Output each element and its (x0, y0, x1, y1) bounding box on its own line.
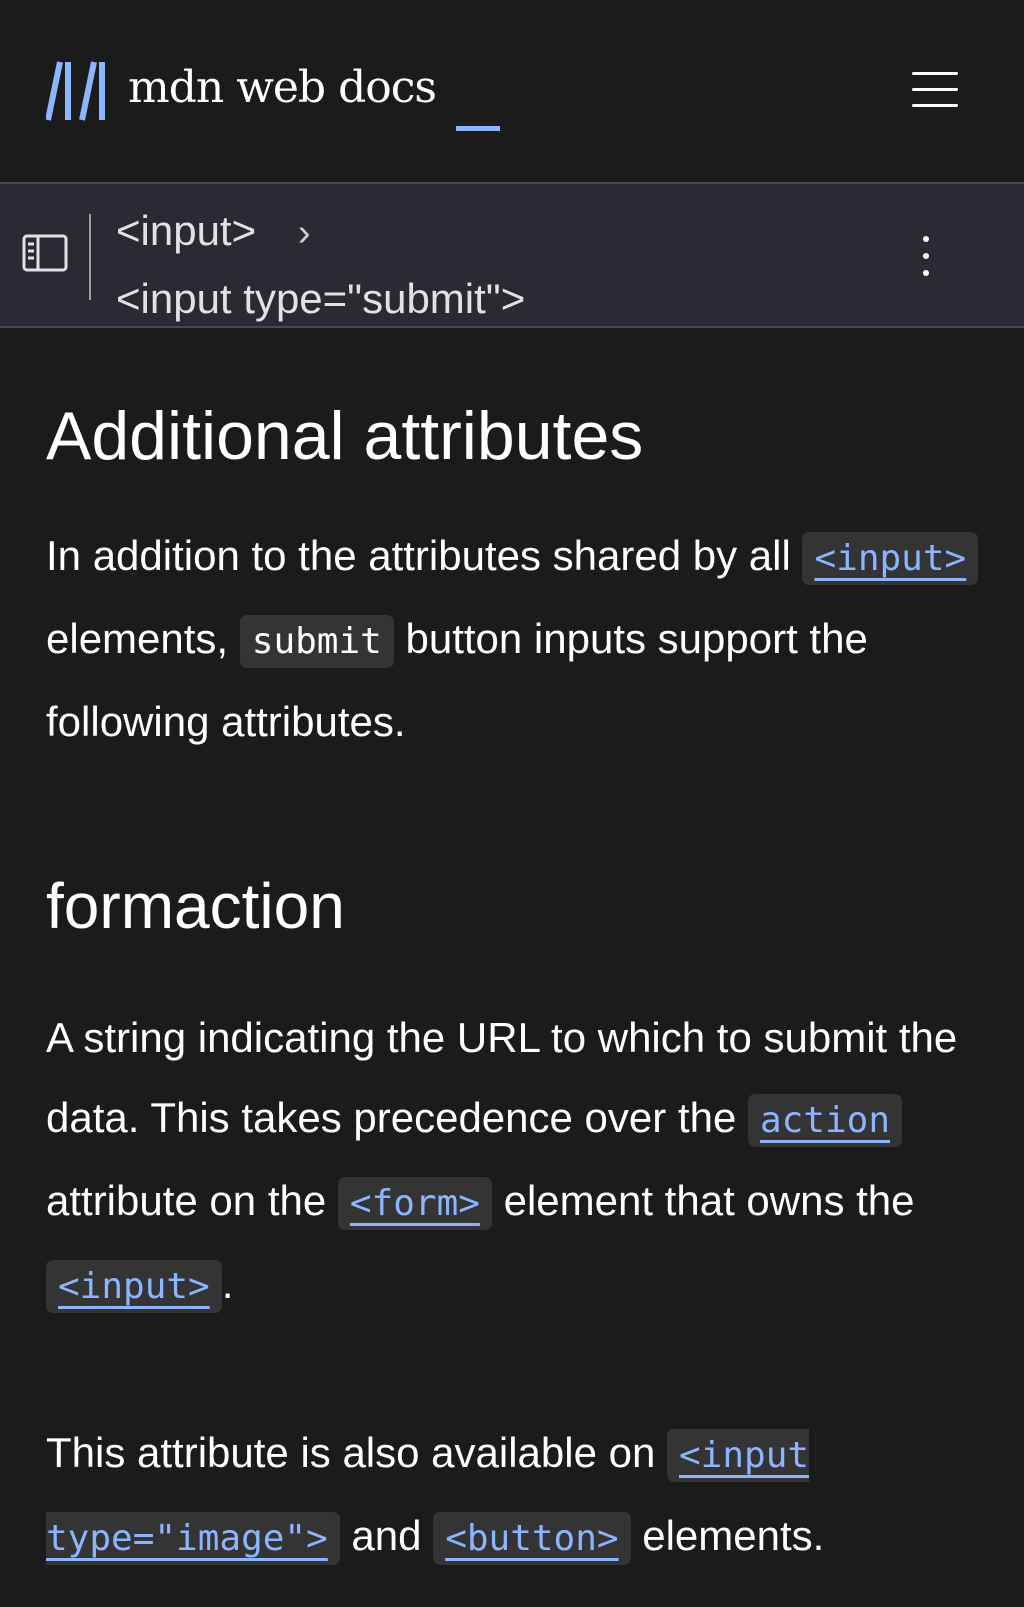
breadcrumb-bar: <input> › <input type="submit"> (0, 182, 1024, 328)
sidebar-toggle-icon[interactable] (22, 234, 68, 272)
availability-note: This attribute is also available on <inp… (46, 1413, 986, 1579)
note-text-2: and (339, 1512, 434, 1559)
mdn-logo[interactable]: mdn web docs (46, 60, 437, 122)
section-title: Additional attributes (46, 398, 644, 474)
breadcrumb-item-input[interactable]: <input> (116, 207, 256, 254)
mdn-logo-icon (46, 60, 112, 122)
main-content: Additional attributes In addition to the… (46, 390, 986, 1579)
breadcrumb: <input> › <input type="submit"> (116, 198, 525, 332)
attribute-heading-formaction: formaction (46, 870, 345, 942)
logo-text: mdn web docs (128, 62, 437, 113)
formaction-description: A string indicating the URL to which to … (46, 998, 986, 1327)
form-element-link[interactable]: <form> (350, 1183, 480, 1224)
button-element-link[interactable]: <button> (445, 1518, 618, 1559)
desc-text-4: . (221, 1260, 234, 1307)
action-attribute-link[interactable]: action (760, 1100, 890, 1141)
intro-paragraph: In addition to the attributes shared by … (46, 516, 986, 762)
breadcrumb-item-input-submit[interactable]: <input type="submit"> (116, 275, 525, 322)
breadcrumb-divider (89, 214, 91, 300)
intro-text-2: elements, (46, 615, 240, 662)
vertical-ellipsis-icon[interactable] (920, 236, 932, 282)
desc-text-3: element that owns the (491, 1177, 915, 1224)
logo-cursor-underscore (456, 126, 500, 131)
hamburger-menu-icon[interactable] (912, 72, 958, 108)
site-header: mdn web docs (0, 0, 1024, 182)
desc-text-2: attribute on the (46, 1177, 338, 1224)
input-element-link[interactable]: <input> (814, 538, 966, 579)
submit-code: submit (239, 615, 394, 668)
intro-text-1: In addition to the attributes shared by … (46, 532, 803, 579)
input-element-link-2[interactable]: <input> (58, 1266, 210, 1307)
note-text-1: This attribute is also available on (46, 1429, 667, 1476)
chevron-right-icon: › (297, 212, 311, 254)
note-text-3: elements. (630, 1512, 825, 1559)
